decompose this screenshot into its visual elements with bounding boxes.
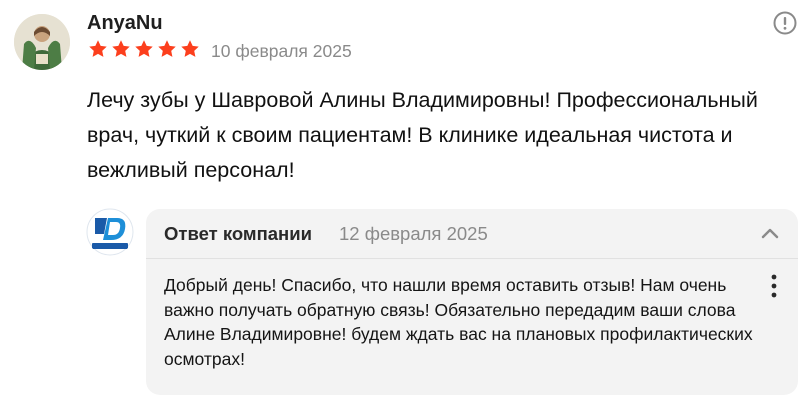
- reply-date: 12 февраля 2025: [339, 223, 488, 244]
- reviewer-avatar[interactable]: [14, 14, 70, 70]
- reply-header[interactable]: Ответ компании 12 февраля 2025: [146, 209, 798, 259]
- star-icon: [158, 40, 176, 57]
- star-icon: [112, 40, 130, 57]
- star-icon: [181, 40, 199, 57]
- info-icon[interactable]: [772, 10, 798, 36]
- chevron-up-icon[interactable]: [758, 222, 782, 246]
- reply-text: Добрый день! Спасибо, что нашли время ос…: [164, 275, 753, 369]
- star-icon: [89, 40, 107, 57]
- review-text: Лечу зубы у Шавровой Алины Владимировны!…: [87, 88, 758, 182]
- more-vertical-icon[interactable]: [762, 273, 786, 299]
- review-date: 10 февраля 2025: [211, 41, 352, 61]
- company-logo[interactable]: [86, 208, 134, 256]
- company-reply: Ответ компании 12 февраля 2025 Добрый де…: [146, 209, 798, 395]
- star-icon: [135, 40, 153, 57]
- reviewer-name[interactable]: AnyaNu: [87, 12, 163, 35]
- rating-stars: [87, 38, 201, 60]
- reply-title: Ответ компании: [164, 223, 312, 244]
